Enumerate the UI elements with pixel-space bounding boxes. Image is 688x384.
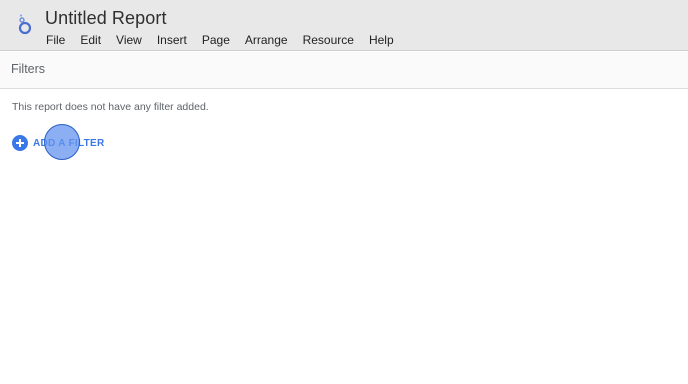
top-header: Untitled Report File Edit View Insert Pa… xyxy=(0,0,688,51)
add-filter-button[interactable]: ADD A FILTER xyxy=(12,135,105,151)
plus-circle-icon xyxy=(12,135,28,151)
no-filters-message: This report does not have any filter add… xyxy=(12,101,209,113)
looker-studio-logo-icon[interactable] xyxy=(15,12,35,36)
menu-insert[interactable]: Insert xyxy=(148,32,193,48)
menu-resource[interactable]: Resource xyxy=(294,32,360,48)
menu-file[interactable]: File xyxy=(37,32,71,48)
menu-bar: File Edit View Insert Page Arrange Resou… xyxy=(37,32,400,48)
menu-help[interactable]: Help xyxy=(360,32,400,48)
menu-arrange[interactable]: Arrange xyxy=(236,32,294,48)
menu-edit[interactable]: Edit xyxy=(71,32,107,48)
menu-view[interactable]: View xyxy=(107,32,148,48)
filters-panel-title: Filters xyxy=(11,62,46,76)
app-window: Untitled Report File Edit View Insert Pa… xyxy=(0,0,688,384)
report-title[interactable]: Untitled Report xyxy=(45,8,167,29)
menu-page[interactable]: Page xyxy=(193,32,236,48)
filters-panel-header: Filters xyxy=(0,52,688,89)
add-filter-label: ADD A FILTER xyxy=(33,137,105,149)
